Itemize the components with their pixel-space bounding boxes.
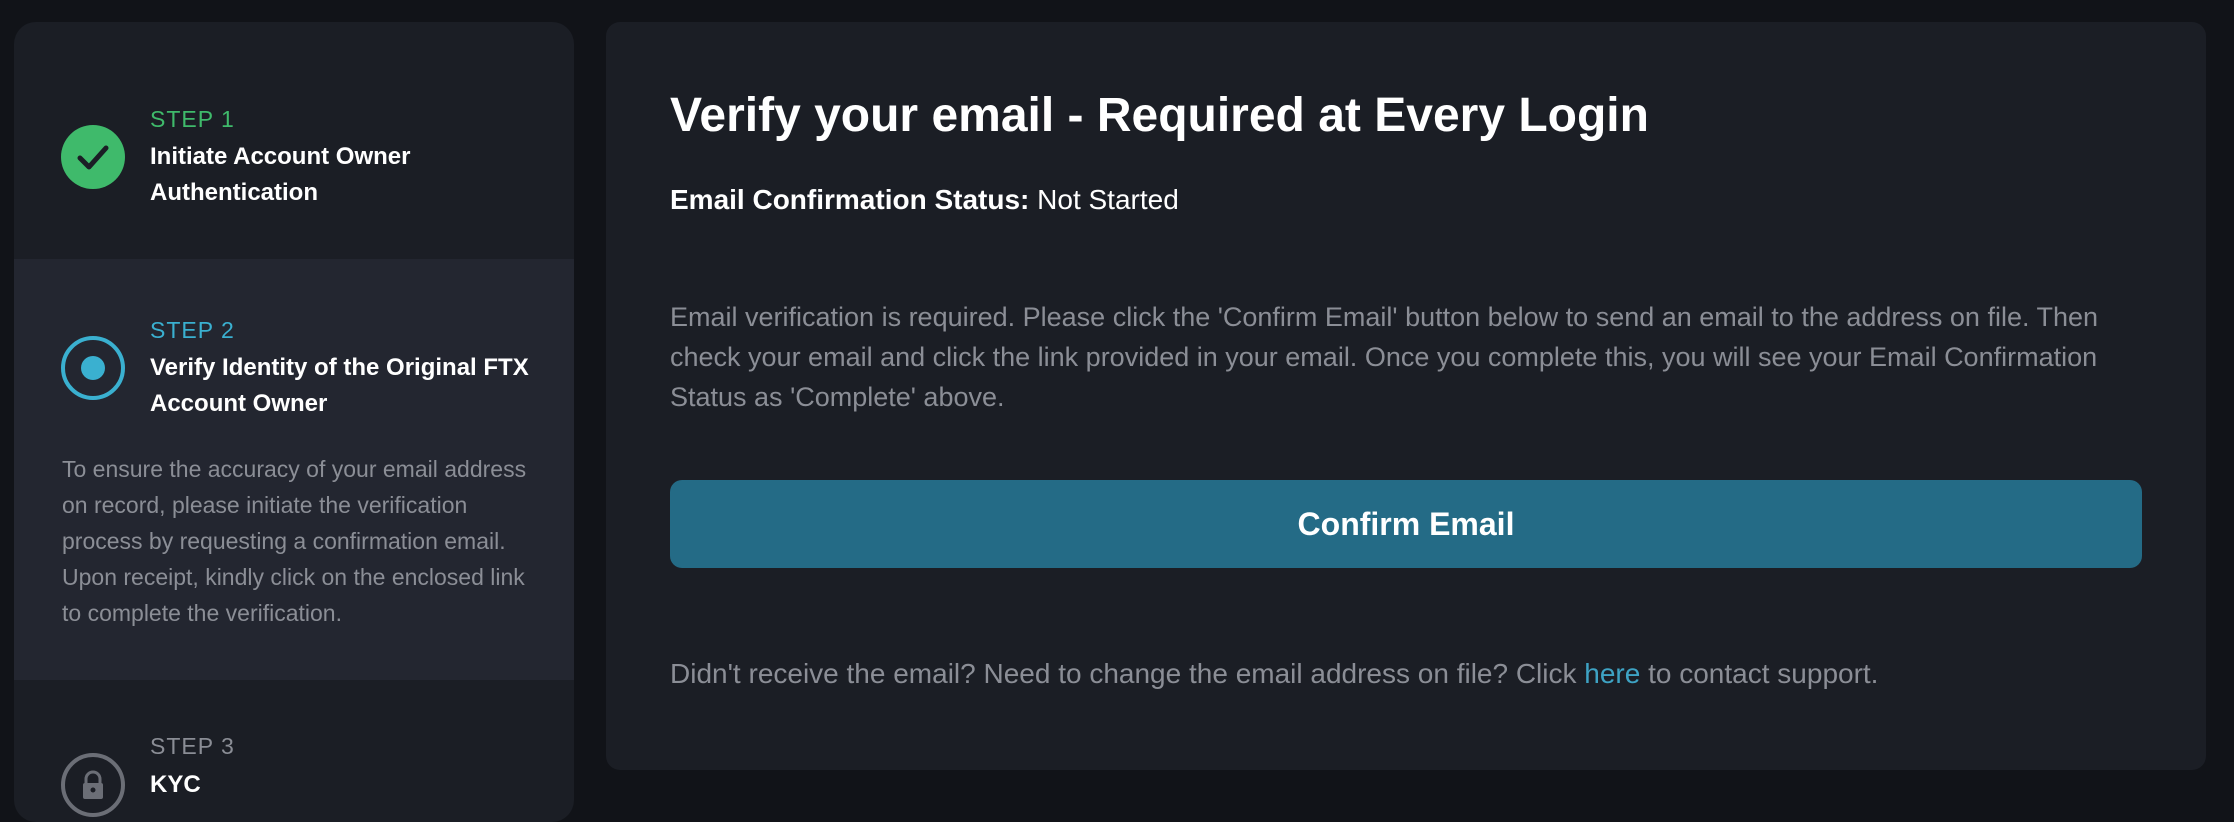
support-footer: Didn't receive the email? Need to change… [670,658,1878,690]
steps-sidebar: STEP 1 Initiate Account Owner Authentica… [14,22,574,822]
verify-email-card: Verify your email - Required at Every Lo… [606,22,2206,770]
contact-support-link[interactable]: here [1584,658,1640,689]
check-icon [61,125,125,189]
email-confirmation-status: Email Confirmation Status: Not Started [670,184,1179,216]
status-value: Not Started [1037,184,1179,215]
step-1-title: Initiate Account Owner Authentication [150,143,411,206]
step-3[interactable]: STEP 3 KYC [14,680,574,822]
step-1[interactable]: STEP 1 Initiate Account Owner Authentica… [14,22,574,259]
confirm-email-button[interactable]: Confirm Email [670,480,2142,568]
step-2-description: To ensure the accuracy of your email add… [62,456,527,626]
instructions-text: Email verification is required. Please c… [670,302,2099,412]
footer-suffix: to contact support. [1640,658,1879,689]
page-title: Verify your email - Required at Every Lo… [670,89,1649,142]
step-3-title: KYC [150,771,201,798]
step-2[interactable]: STEP 2 Verify Identity of the Original F… [14,259,574,680]
step-1-number: STEP 1 [150,106,235,132]
lock-icon [61,753,125,817]
step-3-number: STEP 3 [150,733,235,759]
step-2-number: STEP 2 [150,317,235,343]
step-2-title: Verify Identity of the Original FTX Acco… [150,354,529,417]
footer-prefix: Didn't receive the email? Need to change… [670,658,1585,689]
status-label: Email Confirmation Status: [670,184,1030,215]
radio-active-icon [61,336,125,400]
